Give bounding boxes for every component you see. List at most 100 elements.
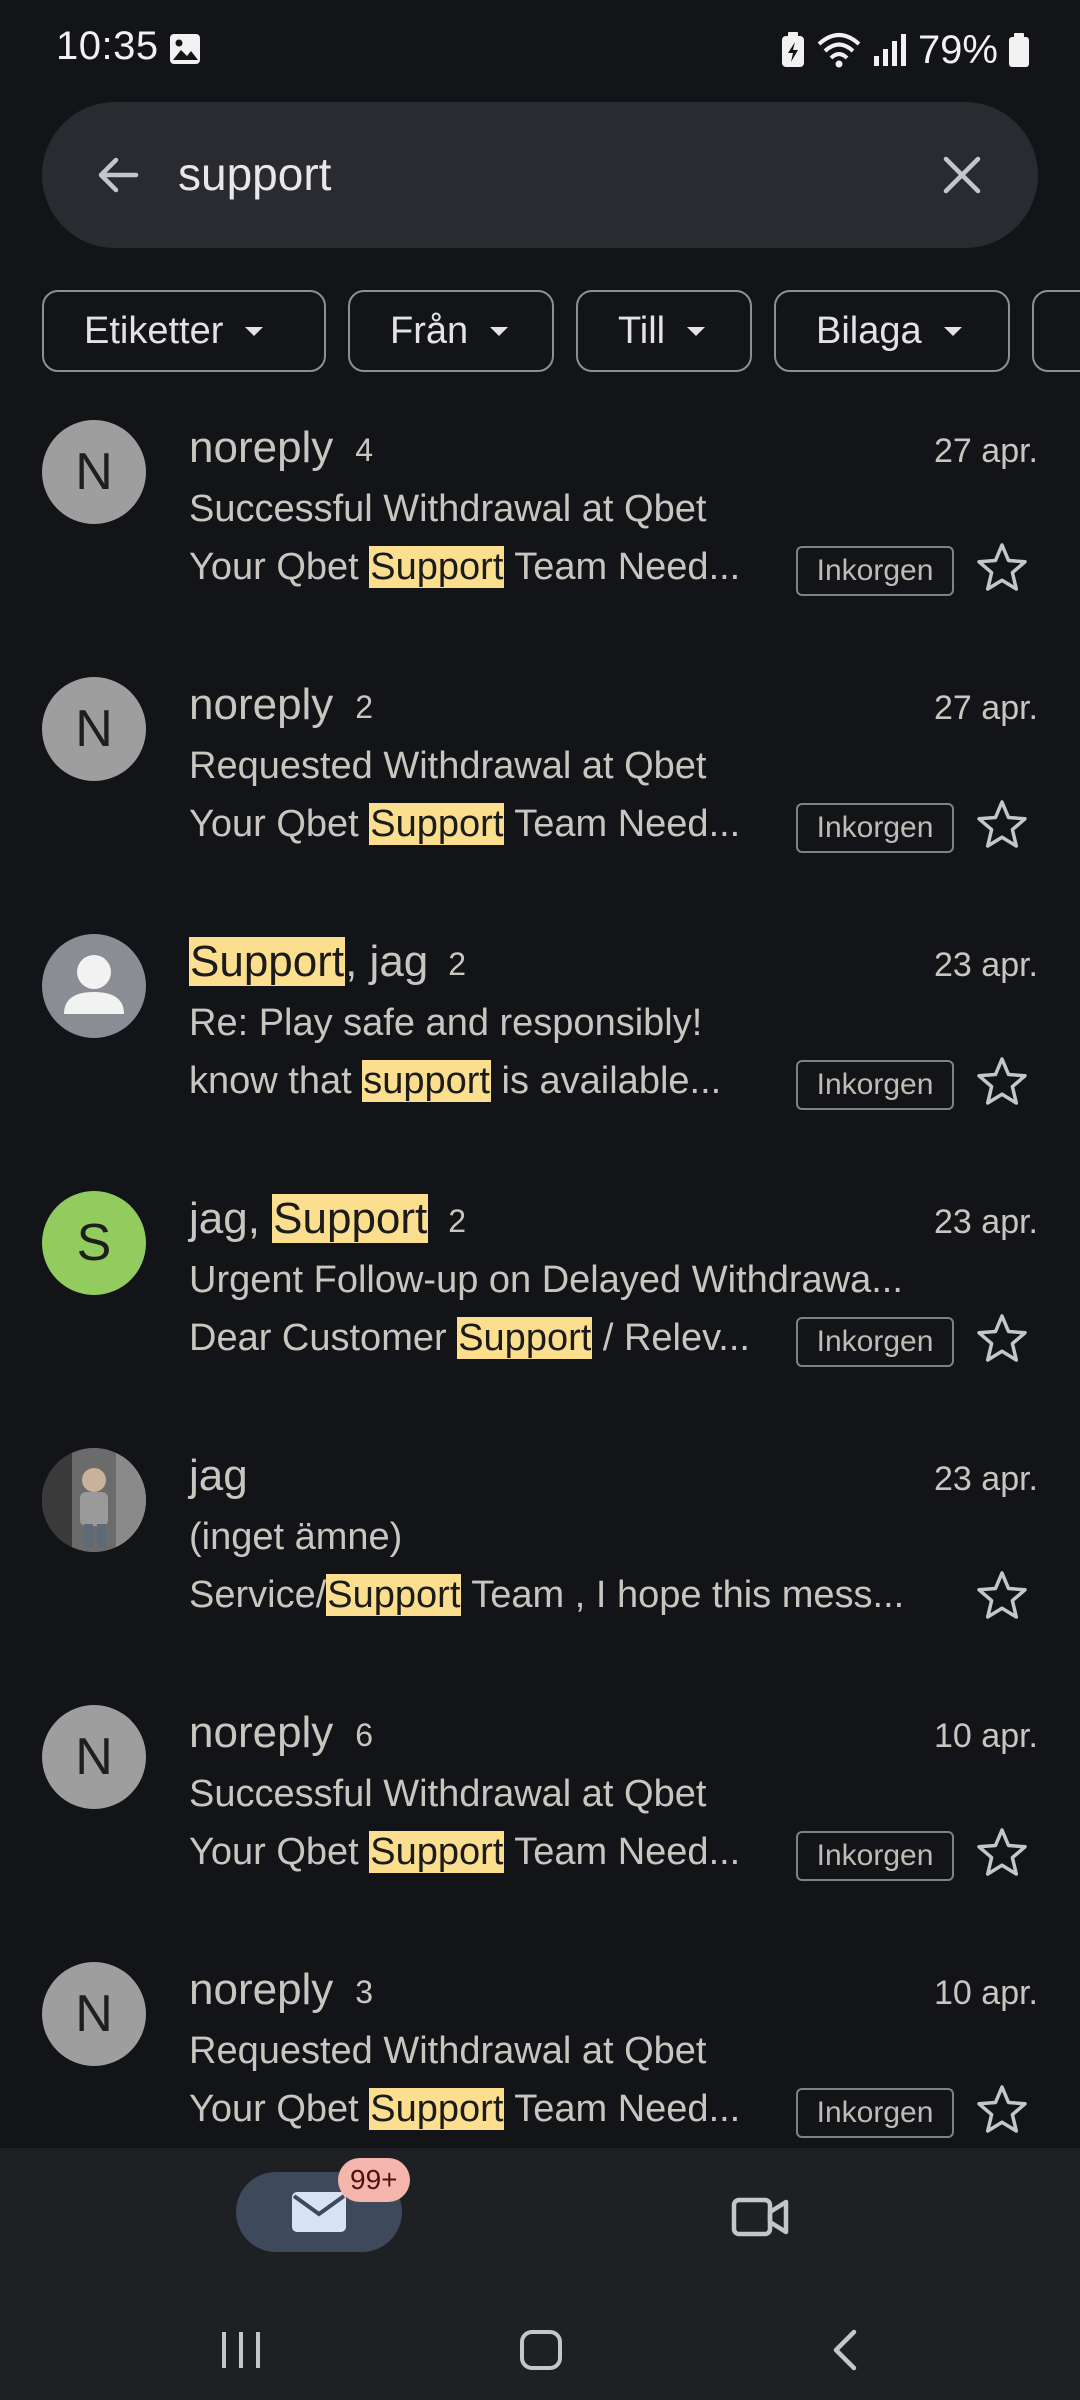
sender-name: noreply (189, 1705, 333, 1761)
star-icon[interactable] (974, 797, 1030, 853)
avatar: N (42, 1705, 146, 1809)
search-highlight: Support (369, 803, 505, 845)
snippet-text: / Relev... (592, 1317, 750, 1359)
dropdown-arrow-icon (245, 326, 264, 336)
search-bar (42, 102, 1038, 248)
snippet-text: know that (189, 1060, 363, 1102)
search-highlight: Support (457, 1317, 593, 1359)
close-icon[interactable] (932, 145, 992, 205)
status-time: 10:35 (56, 24, 159, 68)
mail-date: 10 apr. (934, 1974, 1038, 2012)
mail-row[interactable]: Support, jag 2 23 apr. Re: Play safe and re… (0, 934, 1080, 1184)
mail-date: 23 apr. (934, 946, 1038, 984)
back-icon[interactable] (826, 2328, 866, 2372)
thread-count: 2 (448, 946, 467, 982)
mail-icon (292, 2192, 346, 2232)
star-icon[interactable] (974, 1568, 1030, 1624)
search-highlight: support (362, 1060, 491, 1102)
sender-text: jag, (189, 1194, 273, 1243)
inbox-label-chip: Inkorgen (796, 1317, 954, 1367)
video-icon[interactable] (730, 2192, 790, 2242)
star-icon[interactable] (974, 2082, 1030, 2138)
home-icon[interactable] (518, 2328, 564, 2372)
arrow-back-icon[interactable] (88, 145, 148, 205)
avatar: N (42, 420, 146, 524)
snippet-text: Team Need... (504, 1831, 741, 1873)
sender-name: jag (189, 1448, 248, 1504)
chip-label: Till (618, 309, 666, 352)
mail-row[interactable]: Sjag, Support 2 23 apr. Urgent Follow-up on… (0, 1191, 1080, 1441)
wifi-icon (817, 33, 861, 68)
status-icons: 79% (780, 22, 1030, 78)
inbox-label-chip: Inkorgen (796, 1831, 954, 1881)
sender-name: noreply (189, 677, 333, 733)
person-icon (64, 955, 124, 1014)
dropdown-arrow-icon (490, 326, 509, 336)
mail-row[interactable]: Nnoreply 4 27 apr. Successful Withdrawal at… (0, 420, 1080, 670)
star-icon[interactable] (974, 1054, 1030, 1110)
unread-badge: 99+ (338, 2158, 410, 2202)
filter-chip-from[interactable]: Från (348, 290, 554, 372)
avatar: N (42, 677, 146, 781)
system-nav-bar (0, 2298, 1080, 2400)
snippet-text: is available... (490, 1060, 722, 1102)
chip-label: Från (390, 309, 469, 352)
star-icon[interactable] (974, 1311, 1030, 1367)
recent-apps-icon[interactable] (218, 2328, 264, 2372)
sender-text: noreply (189, 423, 334, 472)
snippet-text: Team Need... (504, 2088, 741, 2130)
search-input[interactable] (178, 134, 938, 214)
star-icon[interactable] (974, 540, 1030, 596)
battery-icon (1009, 33, 1029, 67)
search-highlight: Support (369, 546, 505, 588)
mail-subject: Requested Withdrawal at Qbet (189, 2030, 707, 2072)
inbox-label-chip: Inkorgen (796, 546, 954, 596)
sender-text: noreply (189, 680, 334, 729)
snippet-text: Dear Customer (189, 1317, 458, 1359)
sender-name: Support, jag (189, 934, 428, 990)
avatar (42, 1448, 146, 1552)
filter-chip-attachment[interactable]: Bilaga (774, 290, 1010, 372)
mail-snippet: Service/Support Team , I hope this mess.… (189, 1568, 904, 1622)
sender-name: jag, Support (189, 1191, 429, 1247)
mail-snippet: Dear Customer Support / Relev... (189, 1311, 750, 1365)
mail-subject: Re: Play safe and responsibly! (189, 1002, 703, 1044)
search-highlight: Support (326, 1574, 462, 1616)
thread-count: 4 (355, 432, 374, 468)
mail-row[interactable]: Nnoreply 6 10 apr. Successful Withdrawal at… (0, 1705, 1080, 1955)
battery-saver-icon (781, 32, 804, 67)
snippet-text: Team Need... (504, 803, 741, 845)
snippet-text: Your Qbet (189, 546, 370, 588)
filter-chip-to[interactable]: Till (576, 290, 752, 372)
dropdown-arrow-icon (687, 326, 706, 336)
snippet-text: Team , I hope this mess... (461, 1574, 905, 1616)
snippet-text: Service/ (189, 1574, 327, 1616)
search-highlight: Support (369, 2088, 505, 2130)
mail-snippet: Your Qbet Support Team Need... (189, 540, 740, 594)
status-bar: 10:35 79% (0, 0, 1080, 100)
avatar: N (42, 1962, 146, 2066)
sender-text: jag (189, 1451, 248, 1500)
mail-snippet: know that support is available... (189, 1054, 721, 1108)
avatar: S (42, 1191, 146, 1295)
filter-chips: Etiketter Från Till Bilaga (42, 290, 1080, 374)
mail-snippet: Your Qbet Support Team Need... (189, 2082, 740, 2136)
mail-row[interactable]: jag 23 apr. (inget ämne) Service/Support Te… (0, 1448, 1080, 1698)
mail-row[interactable]: Nnoreply 2 27 apr. Requested Withdrawal at … (0, 677, 1080, 927)
filter-chip-labels[interactable]: Etiketter (42, 290, 326, 372)
signal-icon (873, 34, 906, 66)
search-highlight: Support (189, 937, 346, 986)
star-icon[interactable] (974, 1825, 1030, 1881)
sender-name: noreply (189, 1962, 333, 2018)
inbox-label-chip: Inkorgen (796, 1060, 954, 1110)
gallery-icon (170, 34, 200, 64)
mail-date: 27 apr. (934, 432, 1038, 470)
avatar (42, 934, 146, 1038)
filter-chip-more[interactable] (1032, 290, 1080, 372)
chip-label: Etiketter (84, 309, 224, 352)
inbox-label-chip: Inkorgen (796, 803, 954, 853)
thread-count: 2 (355, 689, 374, 725)
dropdown-arrow-icon (943, 326, 962, 336)
thread-count: 6 (355, 1717, 374, 1753)
sender-name: noreply (189, 420, 333, 476)
